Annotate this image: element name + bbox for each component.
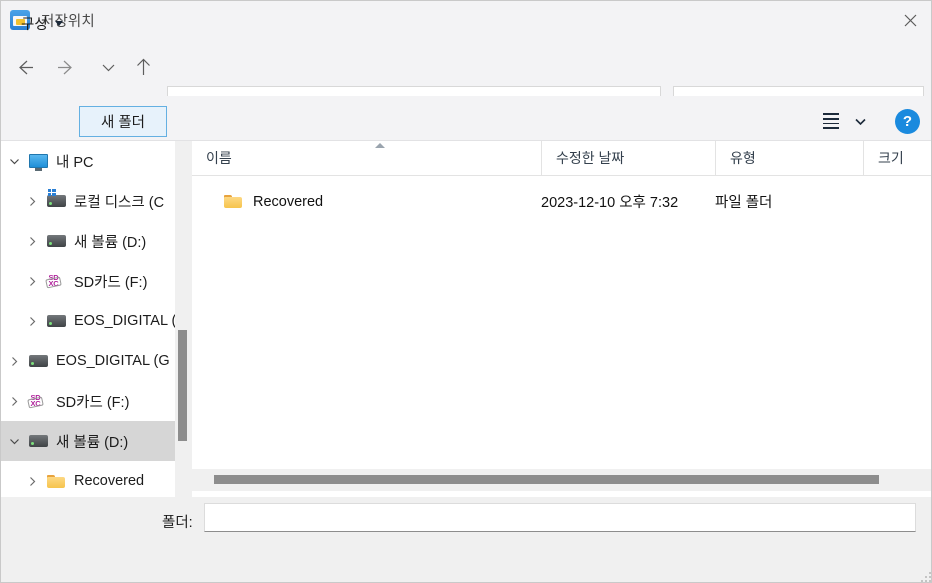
tree-item-label: SD카드 (F:) xyxy=(74,274,148,291)
system-drive-icon xyxy=(45,189,67,207)
tree-item-label: 로컬 디스크 (C xyxy=(74,194,165,211)
new-folder-label: 새 폴더 xyxy=(100,115,146,131)
chevron-right-icon[interactable] xyxy=(19,276,45,287)
row-type-cell: 파일 폴더 xyxy=(715,195,773,211)
column-header-label: 수정한 날짜 xyxy=(556,150,625,166)
tree-item-my-pc[interactable]: 내 PC xyxy=(1,141,175,181)
file-list-hscrollbar-thumb[interactable] xyxy=(214,475,879,484)
chevron-right-icon[interactable] xyxy=(1,396,27,407)
view-lines xyxy=(823,113,839,129)
tree-item-label: EOS_DIGITAL (G xyxy=(56,353,170,369)
tree-item-new-volume-d-selected[interactable]: 새 볼륨 (D:) xyxy=(1,421,175,461)
navigation-bar: › 새 볼륨 (D:) xyxy=(1,39,931,125)
organize-dropdown[interactable]: 구성 xyxy=(13,7,71,39)
sidebar-scrollbar-track[interactable] xyxy=(175,141,192,497)
sd-card-icon: SD XC xyxy=(27,393,49,409)
close-icon[interactable] xyxy=(887,1,931,39)
recent-locations-button[interactable] xyxy=(88,47,128,87)
chevron-right-icon[interactable] xyxy=(19,196,45,207)
list-view-icon[interactable] xyxy=(816,106,846,136)
chevron-right-icon[interactable] xyxy=(19,476,45,487)
drive-icon xyxy=(27,435,49,447)
dialog-footer: 폴더: 폴더 선택 취소 xyxy=(1,497,931,582)
tree-item-eos-digital-1[interactable]: EOS_DIGITAL ( xyxy=(1,301,175,341)
column-header-label: 크기 xyxy=(878,150,904,166)
row-date-cell: 2023-12-10 오후 7:32 xyxy=(541,195,679,211)
tree-item-sd-card-f[interactable]: SD XC SD카드 (F:) xyxy=(1,261,175,301)
tree-item-label: 새 볼륨 (D:) xyxy=(56,434,129,451)
sidebar-scrollbar-thumb[interactable] xyxy=(178,330,187,441)
tree-item-eos-digital-2[interactable]: EOS_DIGITAL (G xyxy=(1,341,175,381)
column-header-size[interactable]: 크기 xyxy=(863,141,931,175)
resize-grip[interactable] xyxy=(919,570,931,582)
column-header-label: 유형 xyxy=(730,150,756,166)
column-header-type[interactable]: 유형 xyxy=(715,141,863,175)
forward-button[interactable] xyxy=(46,47,86,87)
navigation-tree[interactable]: 내 PC 로컬 디스크 (C 새 볼륨 (D:) SDXC SD카드 (F:) xyxy=(1,141,175,497)
sort-ascending-icon xyxy=(375,143,385,148)
chevron-down-icon xyxy=(54,20,63,26)
tree-item-label: SD카드 (F:) xyxy=(56,394,130,411)
save-location-dialog: 저장위치 새 볼륨 (D:) 검색 구성 새 폴더 ? 내 PC 로컬 디스크 … xyxy=(0,0,932,583)
folder-icon xyxy=(222,194,244,209)
up-button[interactable] xyxy=(123,47,163,87)
column-header-name[interactable]: 이름 xyxy=(192,141,541,175)
chevron-right-icon[interactable] xyxy=(1,356,27,367)
folder-input[interactable] xyxy=(204,503,916,532)
tree-item-label: Recovered xyxy=(74,473,145,489)
table-row[interactable]: Recovered 2023-12-10 오후 7:32 파일 폴더 xyxy=(192,184,931,219)
monitor-icon xyxy=(27,154,49,171)
chevron-right-icon[interactable] xyxy=(19,236,45,247)
tree-item-label: 내 PC xyxy=(56,154,94,171)
chevron-down-icon[interactable] xyxy=(1,436,27,447)
new-folder-button[interactable]: 새 폴더 xyxy=(79,106,167,137)
column-header-label: 이름 xyxy=(206,150,232,166)
tree-item-recovered[interactable]: Recovered xyxy=(1,461,175,497)
chevron-right-icon[interactable] xyxy=(19,316,45,327)
folder-icon xyxy=(45,474,67,489)
tree-item-local-disk-c[interactable]: 로컬 디스크 (C xyxy=(1,181,175,221)
row-name-cell: Recovered xyxy=(222,194,323,210)
folder-field-label: 폴더: xyxy=(162,515,193,531)
file-list-pane: 이름 수정한 날짜 유형 크기 Recovered 2023-12-10 오후 … xyxy=(192,141,931,497)
help-label: ? xyxy=(902,113,913,130)
sd-card-icon: SD XC xyxy=(45,273,67,289)
tree-item-sd-card-f-2[interactable]: SD XC SD카드 (F:) xyxy=(1,381,175,421)
tree-item-new-volume-d[interactable]: 새 볼륨 (D:) xyxy=(1,221,175,261)
tree-item-label: EOS_DIGITAL ( xyxy=(74,313,175,329)
chevron-down-icon[interactable] xyxy=(1,156,27,167)
drive-icon xyxy=(45,235,67,247)
tree-item-label: 새 볼륨 (D:) xyxy=(74,234,147,251)
title-bar: 저장위치 xyxy=(1,1,931,39)
column-header-date-modified[interactable]: 수정한 날짜 xyxy=(541,141,715,175)
drive-icon xyxy=(45,315,67,327)
drive-icon xyxy=(27,355,49,367)
back-button[interactable] xyxy=(4,47,44,87)
file-name: Recovered xyxy=(253,193,324,210)
view-options-chevron-down-icon[interactable] xyxy=(849,106,871,136)
column-headers: 이름 수정한 날짜 유형 크기 xyxy=(192,141,931,176)
organize-label: 구성 xyxy=(21,16,48,33)
help-button[interactable]: ? xyxy=(895,109,920,134)
